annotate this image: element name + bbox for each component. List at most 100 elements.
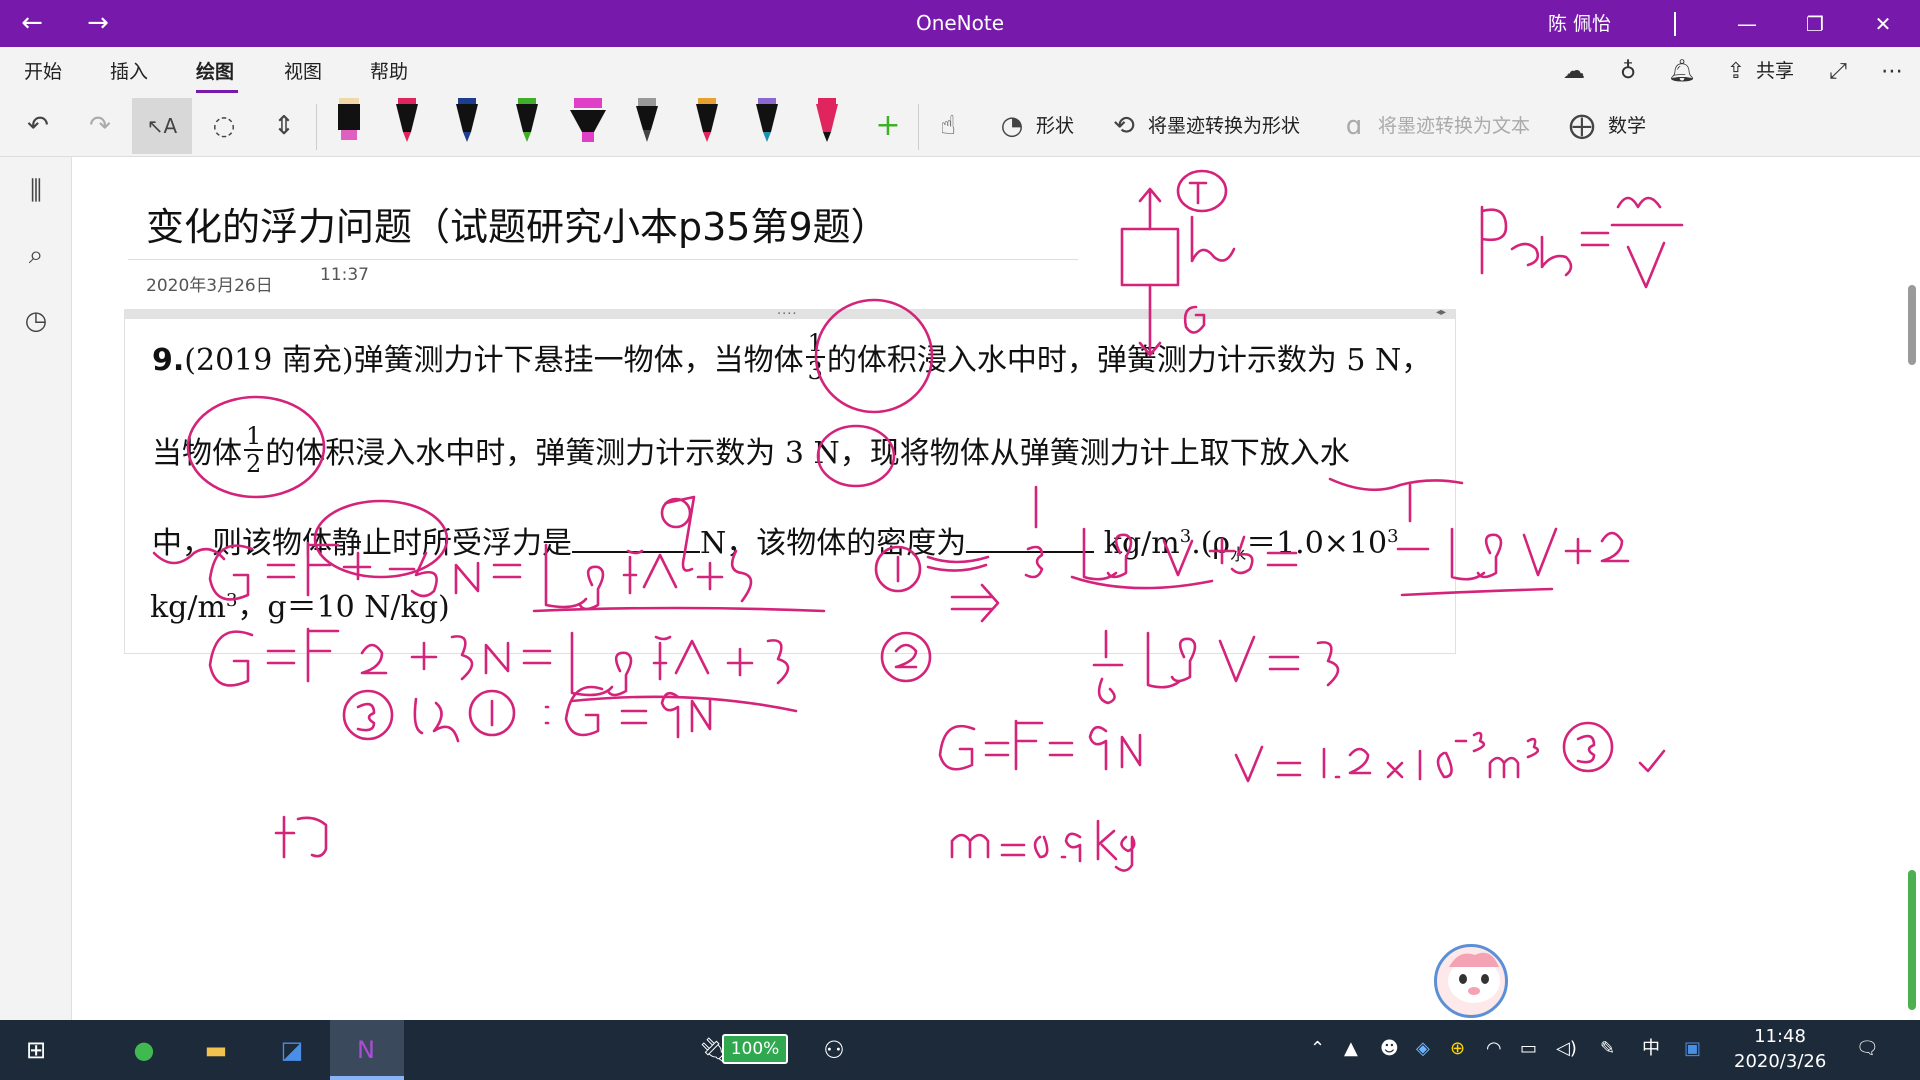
shapes-icon: ◔	[1000, 111, 1024, 141]
ink-underline	[532, 606, 826, 613]
ink-eq2	[208, 630, 254, 687]
bell-icon: 🔔︎	[1668, 59, 1696, 84]
ink-m-over-v	[1610, 196, 1684, 289]
folder-icon: ▬	[204, 1036, 228, 1064]
taskbar-file-explorer[interactable]: ▬	[196, 1030, 236, 1070]
taskbar-onenote[interactable]: N	[346, 1030, 386, 1070]
add-pen-button[interactable]: +	[868, 106, 908, 146]
fullscreen-button[interactable]: ⤢	[1820, 57, 1856, 87]
tab-draw[interactable]: 绘图	[196, 60, 234, 84]
ink-to-text-label[interactable]: 将墨迹转换为文本	[1378, 114, 1530, 138]
start-button[interactable]: ⊞	[16, 1030, 56, 1070]
ink-eq4	[1092, 629, 1124, 705]
pen-black[interactable]	[334, 96, 364, 146]
highlighter-magenta[interactable]	[568, 96, 608, 146]
page-canvas[interactable]: 变化的浮力问题（试题研究小本p35第9题） 2020年3月26日 11:37 ·…	[72, 157, 1920, 1020]
minimize-button[interactable]: —	[1724, 8, 1770, 40]
lasso-select-tool[interactable]: ◌	[204, 106, 244, 146]
more-options-button[interactable]: ⋯	[1874, 57, 1910, 87]
tab-view[interactable]: 视图	[284, 60, 322, 84]
ink-to-text-button[interactable]: ɑ	[1334, 106, 1374, 146]
ink-rho	[1480, 205, 1573, 277]
taskbar-clock[interactable]: 11:48 2020/3/26	[1734, 1024, 1826, 1074]
ink-to-shape-button[interactable]: ⟲	[1104, 106, 1144, 146]
ink-to-shape-icon: ⟲	[1113, 111, 1135, 141]
battery-indicator[interactable]: 100%	[722, 1034, 788, 1064]
pen-pink[interactable]	[812, 96, 842, 146]
library-icon: ⫼	[30, 176, 42, 206]
title-bar: ← → OneNote 陈 佩怡 — ❐ ✕	[0, 0, 1920, 47]
show-hidden-icons-button[interactable]: ⌃	[1310, 1034, 1325, 1064]
tab-help[interactable]: 帮助	[370, 60, 408, 84]
undo-button[interactable]: ↶	[18, 106, 58, 146]
tab-insert[interactable]: 插入	[110, 60, 148, 84]
action-center-button[interactable]: 🗨︎	[1856, 1034, 1879, 1064]
ink-circle	[1176, 169, 1228, 213]
tray-notification-icon[interactable]: ▲	[1344, 1034, 1358, 1064]
ink-implies	[950, 583, 1000, 623]
pen-red[interactable]	[392, 96, 422, 146]
ink-circle-3	[342, 689, 394, 741]
share-button[interactable]: ⇪	[1718, 57, 1754, 87]
taskbar-whiteboard[interactable]: ◪	[272, 1030, 312, 1070]
pen-workspace-icon[interactable]: ✎	[1600, 1034, 1615, 1064]
pen-green[interactable]	[512, 96, 542, 146]
vertical-scrollbar[interactable]	[1908, 285, 1916, 365]
pen-pencil-gray[interactable]	[632, 96, 662, 146]
close-button[interactable]: ✕	[1860, 8, 1906, 40]
app-title: OneNote	[915, 11, 1005, 35]
ink-layer[interactable]	[72, 157, 1920, 1020]
ink-circle	[186, 395, 326, 499]
tell-me-button[interactable]: ♁	[1610, 57, 1646, 87]
tab-home[interactable]: 开始	[24, 60, 62, 84]
math-button[interactable]: ⨁	[1562, 106, 1602, 146]
search-button[interactable]: ⌕	[18, 237, 54, 273]
pen-navy[interactable]	[452, 96, 482, 146]
share-label[interactable]: 共享	[1756, 59, 1794, 83]
volume-icon[interactable]: ◁)	[1556, 1034, 1577, 1064]
tray-app-icon[interactable]: ◈	[1416, 1034, 1430, 1064]
shapes-label[interactable]: 形状	[1036, 114, 1074, 138]
ink-to-shape-label[interactable]: 将墨迹转换为形状	[1148, 114, 1300, 138]
close-icon: ✕	[1874, 12, 1892, 36]
plus-icon: +	[875, 108, 901, 143]
notebooks-button[interactable]: ⫼	[18, 173, 54, 209]
redo-button[interactable]: ↷	[80, 106, 120, 146]
notifications-button[interactable]: 🔔︎	[1664, 57, 1700, 87]
shapes-button[interactable]: ◔	[992, 106, 1032, 146]
ink-circle-3b	[1562, 721, 1614, 773]
math-label[interactable]: 数学	[1608, 114, 1646, 138]
recent-button[interactable]: ◷	[18, 303, 54, 339]
touch-draw-toggle[interactable]: ☝	[928, 106, 968, 146]
pen-galaxy[interactable]	[692, 96, 722, 146]
tray-q-icon[interactable]: ▣	[1684, 1034, 1701, 1064]
pen-ocean[interactable]	[752, 96, 782, 146]
taskbar-browser[interactable]: ●	[124, 1030, 164, 1070]
ink-volume	[1234, 731, 1540, 783]
taskbar-people[interactable]: ⚇	[814, 1030, 854, 1070]
battery-icon[interactable]: ▭	[1520, 1034, 1537, 1064]
type-select-tool[interactable]: ↖A	[132, 98, 192, 154]
restore-button[interactable]: ❐	[1792, 8, 1838, 40]
windows-icon: ⊞	[25, 1036, 47, 1064]
wifi-icon[interactable]: ◠	[1486, 1034, 1502, 1064]
ink-circle-2	[880, 631, 932, 683]
ink-underline	[1400, 587, 1554, 597]
zoom-indicator[interactable]	[1908, 870, 1916, 1010]
input-method-indicator[interactable]: 中	[1642, 1034, 1660, 1064]
left-rail: ⫼ ⌕ ◷	[0, 157, 72, 1020]
tray-plus-icon[interactable]: ⊕	[1450, 1034, 1465, 1064]
insert-space-icon: ⇕	[273, 111, 295, 141]
ink-arrows	[1138, 187, 1162, 357]
taskbar-active-indicator	[330, 1076, 404, 1080]
lightbulb-icon: ♁	[1619, 59, 1637, 84]
user-name[interactable]: 陈 佩怡	[1548, 11, 1611, 37]
search-icon: ⌕	[28, 240, 44, 270]
tray-qq-icon[interactable]: ☻	[1380, 1034, 1399, 1064]
clock-time: 11:48	[1754, 1026, 1806, 1047]
avatar[interactable]	[1434, 944, 1508, 1018]
sync-status-button[interactable]: ☁	[1556, 57, 1592, 87]
add-space-tool[interactable]: ⇕	[264, 106, 304, 146]
ink-circle	[313, 499, 449, 579]
ink-underline	[1328, 477, 1464, 492]
